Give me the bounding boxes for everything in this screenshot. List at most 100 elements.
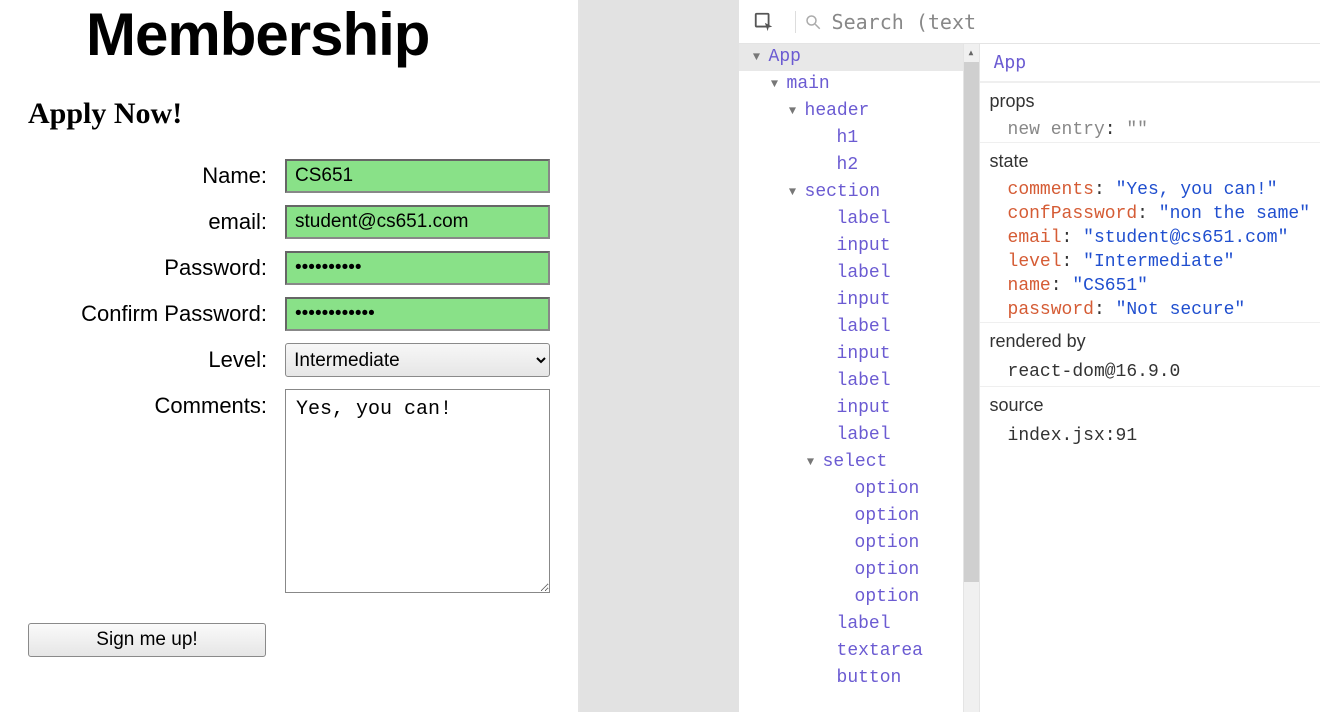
element-picker-icon[interactable] xyxy=(753,11,775,33)
tree-node-header[interactable]: ▼ header xyxy=(739,98,979,125)
tree-node-label: input xyxy=(837,344,891,364)
state-entry[interactable]: password: "Not secure" xyxy=(980,298,1320,322)
tree-node-option[interactable]: option xyxy=(739,557,979,584)
twisty-icon[interactable]: ▼ xyxy=(787,98,799,125)
tree-node-label: header xyxy=(805,101,870,121)
state-value: "Intermediate" xyxy=(1083,252,1234,272)
tree-node-input[interactable]: input xyxy=(739,395,979,422)
tree-node-option[interactable]: option xyxy=(739,503,979,530)
password-input[interactable] xyxy=(285,251,550,285)
twisty-icon[interactable]: ▼ xyxy=(787,179,799,206)
tree-node-select[interactable]: ▼ select xyxy=(739,449,979,476)
tree-node-h1[interactable]: h1 xyxy=(739,125,979,152)
tree-node-label: select xyxy=(823,452,888,472)
tree-node-label[interactable]: label xyxy=(739,368,979,395)
twisty-icon[interactable]: ▼ xyxy=(769,71,781,98)
tree-node-label[interactable]: label xyxy=(739,422,979,449)
tree-node-label[interactable]: label xyxy=(739,206,979,233)
vertical-divider xyxy=(795,11,796,33)
state-entry[interactable]: name: "CS651" xyxy=(980,274,1320,298)
search-placeholder: Search (text xyxy=(832,10,977,34)
tree-node-label: h2 xyxy=(837,155,859,175)
rendered-by-heading: rendered by xyxy=(980,322,1320,358)
source-value[interactable]: index.jsx:91 xyxy=(980,422,1320,450)
tree-node-label: input xyxy=(837,290,891,310)
breadcrumb[interactable]: App xyxy=(980,44,1320,82)
tree-node-label: App xyxy=(769,47,801,67)
tree-node-label: label xyxy=(837,209,891,229)
tree-node-option[interactable]: option xyxy=(739,530,979,557)
tree-node-label: option xyxy=(855,533,920,553)
level-select[interactable]: Intermediate xyxy=(285,343,550,377)
name-input[interactable] xyxy=(285,159,550,193)
state-value: "Yes, you can!" xyxy=(1116,180,1278,200)
tree-node-label: label xyxy=(837,425,891,445)
state-key: level xyxy=(1008,252,1062,272)
tree-node-main[interactable]: ▼ main xyxy=(739,71,979,98)
state-key: password xyxy=(1008,300,1094,320)
name-label: Name: xyxy=(28,159,285,189)
confirm-password-label: Confirm Password: xyxy=(28,297,285,327)
props-heading: props xyxy=(980,82,1320,118)
state-key: comments xyxy=(1008,180,1094,200)
tree-node-button[interactable]: button xyxy=(739,665,979,692)
state-entry[interactable]: level: "Intermediate" xyxy=(980,250,1320,274)
twisty-icon[interactable]: ▼ xyxy=(751,44,763,71)
component-tree[interactable]: ▼ App ▼ main ▼ header h1 h2 ▼section label input la… xyxy=(739,44,979,712)
tree-node-label[interactable]: label xyxy=(739,314,979,341)
tree-node-label[interactable]: label xyxy=(739,611,979,638)
tree-node-input[interactable]: input xyxy=(739,287,979,314)
state-value: "student@cs651.com" xyxy=(1083,228,1288,248)
state-value: "CS651" xyxy=(1072,276,1148,296)
page-subtitle: Apply Now! xyxy=(28,97,550,131)
tree-node-section[interactable]: ▼section xyxy=(739,179,979,206)
rendered-by-value[interactable]: react-dom@16.9.0 xyxy=(980,358,1320,386)
state-entry[interactable]: comments: "Yes, you can!" xyxy=(980,178,1320,202)
tree-node-label: h1 xyxy=(837,128,859,148)
tree-node-input[interactable]: input xyxy=(739,341,979,368)
state-entry[interactable]: email: "student@cs651.com" xyxy=(980,226,1320,250)
gap-divider xyxy=(580,0,739,712)
submit-button[interactable]: Sign me up! xyxy=(28,623,266,657)
tree-node-label: input xyxy=(837,398,891,418)
tree-node-label: button xyxy=(837,668,902,688)
twisty-icon[interactable]: ▼ xyxy=(805,449,817,476)
state-value: "non the same" xyxy=(1159,204,1310,224)
devtools-panel: Search (text ▼ App ▼ main ▼ header h1 h2 ▼sectio… xyxy=(739,0,1320,712)
password-label: Password: xyxy=(28,251,285,281)
scrollbar-track[interactable]: ▴ xyxy=(963,44,979,712)
tree-node-label: option xyxy=(855,560,920,580)
comments-textarea[interactable]: Yes, you can! xyxy=(285,389,550,593)
tree-node-option[interactable]: option xyxy=(739,584,979,611)
state-key: name xyxy=(1008,276,1051,296)
prop-key: new entry xyxy=(1008,120,1105,140)
email-input[interactable] xyxy=(285,205,550,239)
state-key: email xyxy=(1008,228,1062,248)
props-entry[interactable]: new entry: "" xyxy=(980,118,1320,142)
tree-node-App[interactable]: ▼ App xyxy=(739,44,979,71)
tree-node-label: label xyxy=(837,317,891,337)
devtools-search[interactable]: Search (text xyxy=(804,10,1306,34)
tree-node-option[interactable]: option xyxy=(739,476,979,503)
tree-node-input[interactable]: input xyxy=(739,233,979,260)
confirm-password-input[interactable] xyxy=(285,297,550,331)
tree-node-label[interactable]: label xyxy=(739,260,979,287)
level-label: Level: xyxy=(28,343,285,373)
email-label: email: xyxy=(28,205,285,235)
tree-node-h2[interactable]: h2 xyxy=(739,152,979,179)
state-entry[interactable]: confPassword: "non the same" xyxy=(980,202,1320,226)
tree-node-textarea[interactable]: textarea xyxy=(739,638,979,665)
component-details: App props new entry: "" state comments: … xyxy=(979,44,1320,712)
state-heading: state xyxy=(980,142,1320,178)
state-key: confPassword xyxy=(1008,204,1138,224)
scrollbar-thumb[interactable] xyxy=(964,62,979,582)
tree-node-label: option xyxy=(855,479,920,499)
tree-node-label: main xyxy=(787,74,830,94)
scrollbar-up-icon[interactable]: ▴ xyxy=(964,44,979,62)
comments-label: Comments: xyxy=(28,389,285,419)
tree-node-label: option xyxy=(855,506,920,526)
search-icon xyxy=(804,13,822,31)
tree-node-label: option xyxy=(855,587,920,607)
tree-node-label: input xyxy=(837,236,891,256)
app-pane: Membership Apply Now! Name: email: Passw… xyxy=(0,0,580,712)
